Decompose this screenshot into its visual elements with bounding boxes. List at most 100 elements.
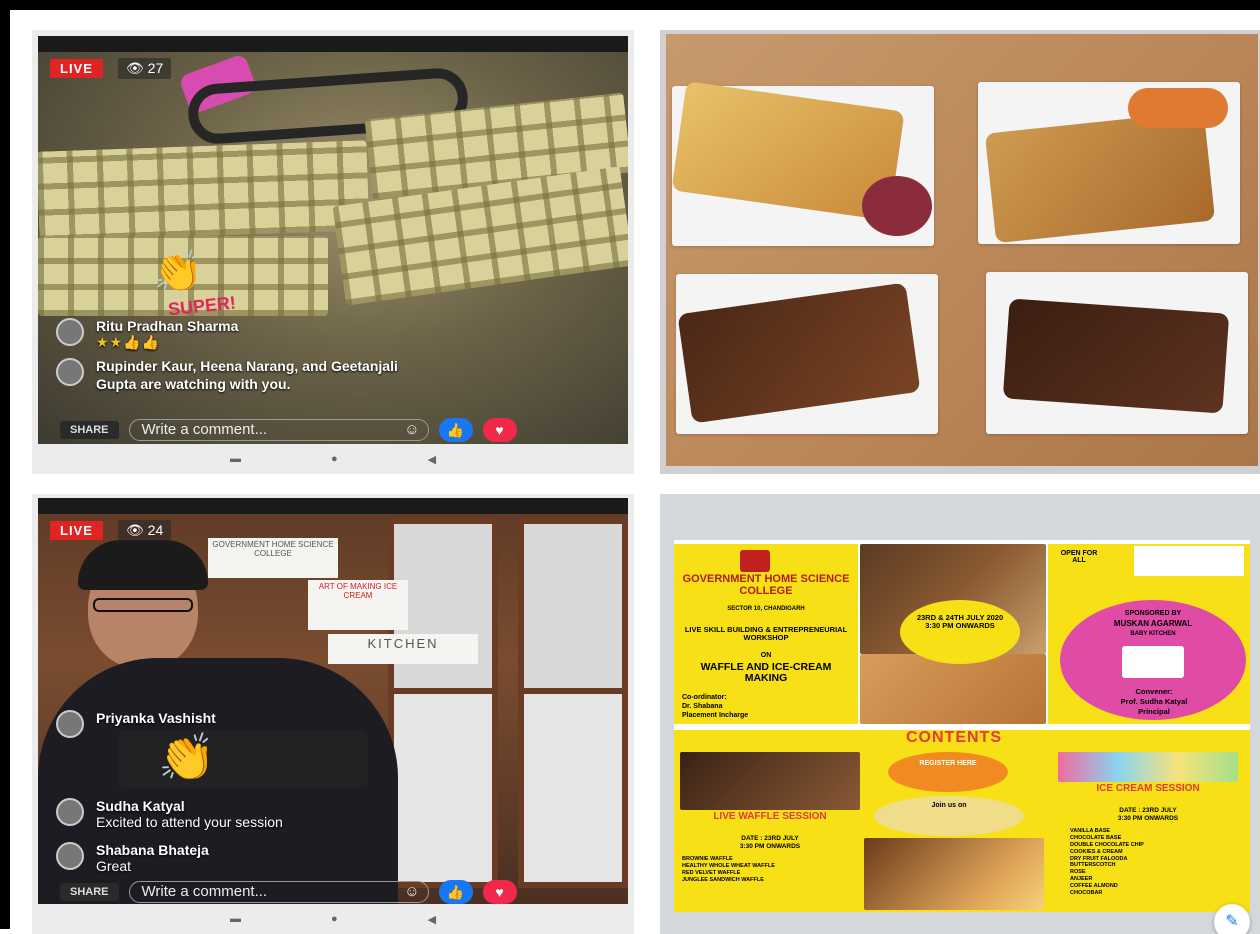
android-nav-bar: ▬ ● ◀	[32, 904, 634, 934]
onion-garnish	[862, 176, 932, 236]
comment-text: Excited to attend your session	[96, 814, 283, 830]
ice-cream-menu-item: COFFEE ALMOND	[1070, 883, 1118, 889]
ice-cream-menu-item: ANJEER	[1070, 876, 1093, 883]
event-dates: 23RD & 24TH JULY 2020 3:30 PM ONWARDS	[916, 613, 1004, 630]
sponsor-photo	[1122, 646, 1184, 678]
waffle-session-date: DATE : 23RD JULY	[741, 835, 799, 842]
coordinator-name: Dr. Shabana	[682, 703, 723, 710]
join-label: Join us on	[931, 802, 967, 809]
live-video-feed[interactable]: GOVERNMENT HOME SCIENCE COLLEGE ART OF M…	[38, 498, 628, 906]
carrot-garnish	[1128, 88, 1228, 128]
ice-cream-menu-item: DRY FRUIT FALOODA	[1070, 855, 1128, 862]
avatar[interactable]	[56, 318, 84, 346]
live-video-panel-waffles: LIVE 👁 27 👏 SUPER! Ritu Pradhan Sharma ★…	[32, 30, 634, 474]
watching-notice: Rupinder Kaur, Heena Narang, and Geetanj…	[96, 358, 398, 392]
waffle-menu-item: BROWNIE WAFFLE	[682, 856, 733, 862]
plate-chocolate-waffle	[676, 274, 938, 434]
emoji-icon[interactable]: ☺	[404, 420, 419, 440]
recent-apps-icon[interactable]: ▬	[230, 913, 241, 925]
eye-icon: 👁	[126, 60, 144, 76]
workshop-poster-panel: GOVERNMENT HOME SCIENCE COLLEGE SECTOR 1…	[660, 494, 1260, 934]
sponsored-label: SPONSORED BY	[1124, 610, 1182, 617]
comment-input[interactable]: Write a comment... ☺	[128, 419, 429, 441]
cabinet-door	[518, 518, 628, 698]
comment-item: Shabana Bhateja Great	[56, 842, 209, 874]
comment-placeholder: Write a comment...	[141, 421, 268, 438]
comment-text: Great	[96, 858, 132, 874]
avatar[interactable]	[56, 842, 84, 870]
avatar[interactable]	[56, 710, 84, 738]
live-badge: LIVE	[50, 521, 103, 540]
register-label: REGISTER HERE	[919, 760, 977, 767]
share-button[interactable]: SHARE	[60, 421, 119, 439]
viewer-count-value: 27	[147, 60, 164, 76]
sponsor-name: MUSKAN AGARWAL	[1113, 619, 1193, 628]
comment-bar: SHARE Write a comment... ☺ 👍 ♥	[38, 416, 628, 444]
glasses-icon	[93, 598, 193, 612]
waffle-plates-photo	[660, 30, 1260, 474]
comment-author[interactable]: Ritu Pradhan Sharma	[96, 318, 238, 334]
college-address: SECTOR 10, CHANDIGARH	[727, 606, 805, 612]
waffle-menu-item: JUNGLEE SANDWICH WAFFLE	[682, 876, 764, 883]
status-bar	[38, 36, 628, 52]
reaction-bubble: 👏	[118, 730, 368, 788]
like-icon[interactable]: 👍	[438, 418, 473, 442]
recent-apps-icon[interactable]: ▬	[230, 453, 241, 465]
ice-cream-menu-item: CHOCOBAR	[1070, 889, 1103, 896]
comment-text: ★★👍👍	[96, 334, 160, 350]
convener-role: Principal	[1138, 707, 1170, 716]
comment-item: Rupinder Kaur, Heena Narang, and Geetanj…	[56, 358, 456, 393]
love-icon[interactable]: ♥	[482, 880, 517, 904]
love-icon[interactable]: ♥	[482, 418, 517, 442]
workshop-type: LIVE SKILL BUILDING & ENTREPRENEURIAL WO…	[684, 625, 848, 642]
comment-placeholder: Write a comment...	[141, 883, 268, 900]
comment-author[interactable]: Sudha Katyal	[96, 798, 283, 814]
on-label: ON	[760, 652, 772, 659]
plate-sandwich-waffle	[978, 82, 1240, 244]
edit-pencil-icon[interactable]: ✎	[1214, 904, 1250, 934]
ice-cream-menu-item: DOUBLE CHOCOLATE CHIP	[1070, 841, 1144, 848]
sponsor-logo	[1134, 546, 1244, 576]
workshop-poster[interactable]: GOVERNMENT HOME SCIENCE COLLEGE SECTOR 1…	[674, 540, 1250, 912]
ice-cream-session-title: ICE CREAM SESSION	[1096, 783, 1200, 794]
viewer-count-value: 24	[147, 522, 164, 538]
ice-cream-menu-item: ROSE	[1070, 869, 1086, 876]
comment-author[interactable]: Shabana Bhateja	[96, 842, 209, 858]
status-bar	[38, 498, 628, 514]
ice-cream-menu-item: BUTTERSCOTCH	[1070, 862, 1116, 869]
viewer-count: 👁 27	[118, 58, 172, 79]
emoji-icon[interactable]: ☺	[404, 882, 419, 902]
home-icon[interactable]: ●	[331, 453, 338, 465]
waffle-menu-item: HEALTHY WHOLE WHEAT WAFFLE	[682, 862, 775, 869]
ice-cream-menu: VANILLA BASE CHOCOLATE BASE DOUBLE CHOCO…	[1070, 828, 1220, 897]
comment-author[interactable]: Priyanka Vashisht	[96, 710, 216, 726]
live-badge: LIVE	[50, 59, 103, 78]
open-for-all: OPEN FOR ALL	[1060, 550, 1098, 565]
wooden-table	[666, 34, 1258, 466]
avatar[interactable]	[56, 798, 84, 826]
coordinator-role: Placement Incharge	[682, 712, 749, 719]
avatar[interactable]	[56, 358, 84, 386]
comment-bar: SHARE Write a comment... ☺ 👍 ♥	[38, 878, 628, 906]
comment-input[interactable]: Write a comment... ☺	[128, 881, 429, 903]
convener-name: Prof. Sudha Katyal	[1120, 697, 1188, 706]
convener-label: Convener:	[1135, 687, 1173, 696]
ice-cream-photo	[1058, 752, 1238, 782]
like-icon[interactable]: 👍	[438, 880, 473, 904]
sponsor-org: BABY KITCHEN	[1130, 631, 1176, 637]
waffle-piece	[38, 140, 370, 242]
waffle-session-title: LIVE WAFFLE SESSION	[713, 811, 827, 822]
college-name: GOVERNMENT HOME SCIENCE COLLEGE	[682, 573, 850, 597]
home-icon[interactable]: ●	[331, 913, 338, 925]
register-badge[interactable]: REGISTER HERE	[888, 752, 1008, 792]
waffle-menu-item: RED VELVET WAFFLE	[682, 869, 741, 876]
comment-item: Ritu Pradhan Sharma ★★👍👍	[56, 318, 238, 351]
android-nav-bar: ▬ ● ◀	[32, 444, 634, 474]
share-button[interactable]: SHARE	[60, 883, 119, 901]
back-icon[interactable]: ◀	[428, 913, 436, 926]
sandwich-waffle	[984, 110, 1216, 244]
date-badge: 23RD & 24TH JULY 2020 3:30 PM ONWARDS	[900, 600, 1020, 664]
live-video-feed[interactable]: LIVE 👁 27 👏 SUPER! Ritu Pradhan Sharma ★…	[38, 36, 628, 444]
back-icon[interactable]: ◀	[428, 453, 436, 466]
viewer-count: 👁 24	[118, 520, 172, 541]
